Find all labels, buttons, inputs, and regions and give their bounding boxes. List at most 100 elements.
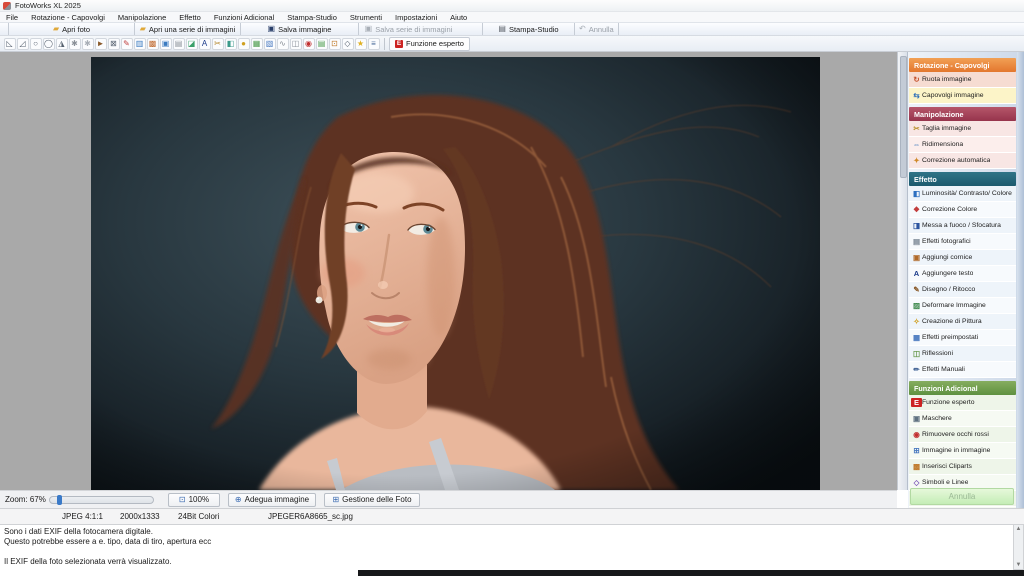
menu-item[interactable]: File [6,13,18,22]
toolbar-button-label: Salva immagine [278,25,331,34]
sidebar-item-inserisci-cliparts[interactable]: ▩ Inserisci Cliparts [909,459,1016,475]
ellipse-select-icon[interactable]: ○ [30,38,42,50]
red-eye-icon[interactable]: ◉ [303,38,315,50]
zoom-button-icon: ⊕ [235,495,242,504]
sidebar-annulla-button[interactable]: Annulla [910,488,1014,505]
sidebar-item-disegno-ritocco[interactable]: ✎ Disegno / Ritocco [909,282,1016,298]
scroll-down-icon[interactable]: ▼ [1014,562,1023,568]
status-bar: JPEG 4:1:1 2000x1333 24Bit Colori JPEG E… [0,508,1024,524]
exif-scrollbar[interactable]: ▲ ▼ [1013,524,1024,570]
star-icon[interactable]: ★ [355,38,367,50]
sidebar-item-effetti-fotografici[interactable]: ▤ Effetti fotografici [909,234,1016,250]
sidebar-item-effetti-manuali[interactable]: ✏ Effetti Manuali [909,362,1016,378]
sidebar-item-label: Ruota immagine [922,76,972,83]
sidebar-item-funzione-esperto[interactable]: E Funzione esperto [909,395,1016,411]
sidebar-item-immagine-in-immagine[interactable]: ⊞ Immagine in immagine [909,443,1016,459]
menu-item[interactable]: Funzioni Adicional [214,13,274,22]
picture-pair-icon[interactable]: ▦ [251,38,263,50]
photo-portrait [91,57,820,490]
sidebar-item-ruota-immagine[interactable]: ↻ Ruota immagine [909,72,1016,88]
pointer-icon[interactable]: ► [95,38,107,50]
sidebar-item-maschere[interactable]: ▣ Maschere [909,411,1016,427]
clipart-icon[interactable]: ⊡ [329,38,341,50]
toolbar-separator [384,38,385,50]
rotate-left-icon[interactable]: ◺ [4,38,16,50]
histogram-icon[interactable]: ▥ [134,38,146,50]
rotate-right-icon[interactable]: ◿ [17,38,29,50]
text-tool-icon[interactable]: A [199,38,211,50]
sidebar-item-aggiungi-cornice[interactable]: ▣ Aggiungi cornice [909,250,1016,266]
undo-button[interactable]: ↶ Annulla [574,23,619,35]
expert-function-button[interactable]: E Funzione esperto [389,37,470,51]
sidebar-item-capovolgi-immagine[interactable]: ⇆ Capovolgi immagine [909,88,1016,104]
zoom-slider-thumb[interactable] [57,495,62,505]
effect-icon[interactable]: ✱ [69,38,81,50]
shapes-icon[interactable]: ◇ [342,38,354,50]
vertical-scrollbar-thumb[interactable] [900,56,907,178]
open-photo-button[interactable]: ▰ Apri foto [8,23,134,35]
save-series-button[interactable]: ▣ Salva serie di immagini [358,23,458,35]
sidebar-item-icon: ◉ [911,430,922,439]
picture-chart-icon[interactable]: ▧ [264,38,276,50]
sidebar-item-correzione-automatica[interactable]: ✦ Correzione automatica [909,153,1016,169]
scissors-icon[interactable]: ✂ [212,38,224,50]
menu-item[interactable]: Stampa-Studio [287,13,337,22]
menu-item[interactable]: Impostazioni [395,13,437,22]
sidebar-item-label: Capovolgi immagine [922,92,984,99]
sidebar-item-icon: ✦ [911,156,922,165]
zoom-button-icon: ⊡ [179,495,186,504]
zoom-slider[interactable] [49,496,154,504]
wave-icon[interactable]: ∿ [277,38,289,50]
scroll-up-icon[interactable]: ▲ [1014,526,1023,532]
zoom-100-button[interactable]: ⊡ 100% [168,493,220,507]
sidebar-item-correzione-colore[interactable]: ❖ Correzione Colore [909,202,1016,218]
retouch-pen-icon[interactable]: ✎ [121,38,133,50]
image-canvas[interactable] [0,52,897,490]
frame-icon[interactable]: ▤ [173,38,185,50]
sidebar-item-taglia-immagine[interactable]: ✂ Taglia immagine [909,121,1016,137]
menu-item[interactable]: Aiuto [450,13,467,22]
sidebar-item-icon: ▩ [911,462,922,471]
mirror-icon[interactable]: ◫ [290,38,302,50]
sidebar-item-deformare-immagine[interactable]: ▨ Deformare Immagine [909,298,1016,314]
exif-info-panel: Sono i dati EXIF della fotocamera digita… [0,524,1013,570]
effect-soft-icon[interactable]: ✱ [82,38,94,50]
sidebar-item-effetti-preimpostati[interactable]: ▦ Effetti preimpostati [909,330,1016,346]
paint-drop-icon[interactable]: ● [238,38,250,50]
fit-image-button[interactable]: ⊕ Adegua immagine [228,493,316,507]
status-field: 2000x1333 [120,512,178,521]
sidebar-item-icon: ✎ [911,285,922,294]
expert-e-icon: E [395,40,403,48]
batch-icon[interactable]: ≡ [368,38,380,50]
grid-picture-icon[interactable]: ▤ [316,38,328,50]
print-studio-button[interactable]: ▤ Stampa-Studio [482,23,574,35]
exif-line [4,547,1009,557]
sidebar-item-creazione-di-pittura[interactable]: ✧ Creazione di Pittura [909,314,1016,330]
picture-sun-icon[interactable]: ◪ [186,38,198,50]
sidebar-item-riflessioni[interactable]: ◫ Riflessioni [909,346,1016,362]
sidebar-item-luminosita-contrasto-colore[interactable]: ◧ Luminosità/ Contrasto/ Colore [909,186,1016,202]
flip-icon[interactable]: ◮ [56,38,68,50]
sidebar-item-label: Luminosità/ Contrasto/ Colore [922,190,1012,197]
zoom-button-label: Gestione delle Foto [342,495,411,504]
menu-item[interactable]: Effetto [179,13,201,22]
sidebar-item-ridimensiona[interactable]: ⇔ Ridimensiona [909,137,1016,153]
open-series-button[interactable]: ▰ Apri una serie di immagini [134,23,240,35]
vertical-scrollbar[interactable] [897,52,908,490]
picture-icon[interactable]: ▣ [160,38,172,50]
menu-item[interactable]: Strumenti [350,13,382,22]
status-field: JPEG [268,512,289,521]
menu-item[interactable]: Rotazione - Capovolgi [31,13,105,22]
crop-icon[interactable]: ⊠ [108,38,120,50]
photo-manager-button[interactable]: ⊞ Gestione delle Foto [324,493,420,507]
sidebar-item-icon: ◫ [911,349,922,358]
gradient-icon[interactable]: ◧ [225,38,237,50]
sidebar-item-aggiungere-testo[interactable]: A Aggiungere testo [909,266,1016,282]
sidebar-item-messa-a-fuoco-sfocatura[interactable]: ◨ Messa a fuoco / Sfocatura [909,218,1016,234]
circle-select-icon[interactable]: ◯ [43,38,55,50]
pixels-icon[interactable]: ▩ [147,38,159,50]
sidebar-item-rimuovere-occhi-rossi[interactable]: ◉ Rimuovere occhi rossi [909,427,1016,443]
menu-item[interactable]: Manipolazione [118,13,166,22]
sidebar-item-icon: ▤ [911,237,922,246]
save-image-button[interactable]: ▣ Salva immagine [240,23,358,35]
